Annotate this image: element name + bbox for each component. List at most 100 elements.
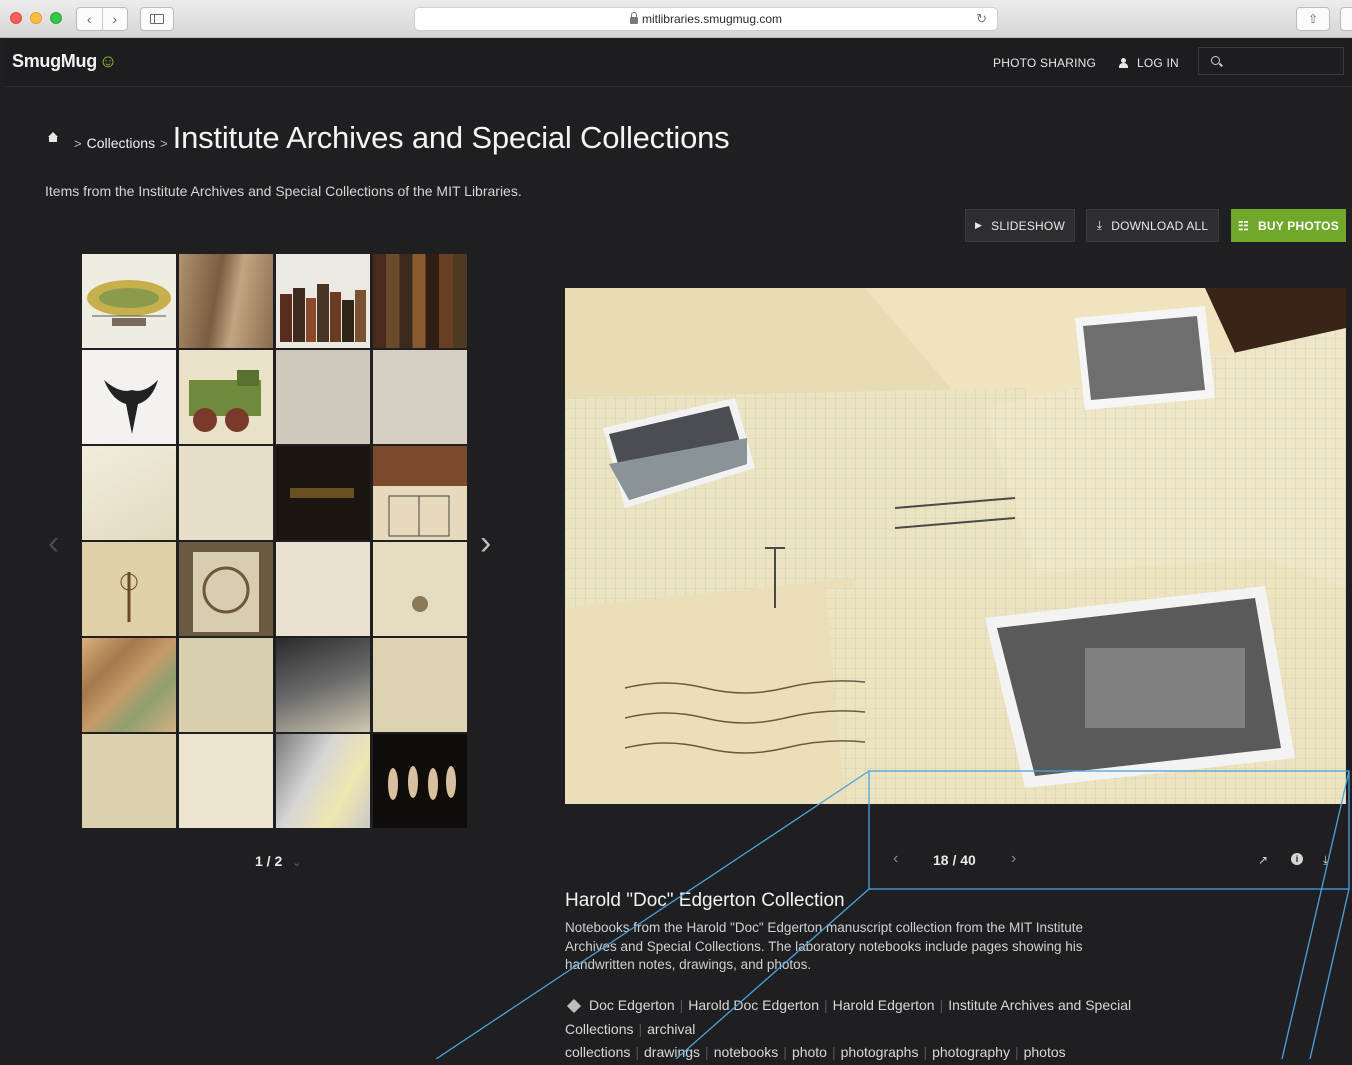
tag-link[interactable]: photographs (841, 1044, 919, 1060)
annotation-line (1281, 770, 1350, 1059)
tag-link[interactable]: Doc Edgerton (589, 997, 675, 1013)
thumbnail[interactable] (276, 638, 370, 732)
tag-separator: | (638, 1020, 643, 1037)
home-icon[interactable] (47, 132, 59, 146)
tag-link[interactable]: notebooks (714, 1044, 779, 1060)
slideshow-label: SLIDESHOW (991, 218, 1065, 233)
close-window-button[interactable] (10, 12, 22, 24)
tag-separator: | (824, 997, 828, 1013)
breadcrumb-separator: > (160, 136, 168, 151)
buy-photos-label: BUY PHOTOS (1258, 218, 1339, 233)
page-title: Institute Archives and Special Collectio… (172, 120, 730, 155)
tag-list: Doc Edgerton | Harold Doc Edgerton | Harold … (565, 994, 1155, 1065)
tag-separator: | (635, 1044, 640, 1060)
thumbnail-grid (82, 254, 467, 830)
thumbnail[interactable] (179, 350, 273, 444)
previous-page-arrow[interactable]: ‹ (48, 524, 59, 563)
search-input[interactable] (1229, 52, 1339, 70)
thumbnail[interactable] (276, 254, 370, 348)
reload-icon[interactable]: ↻ (976, 11, 987, 27)
thumbnail[interactable] (373, 254, 467, 348)
next-page-arrow[interactable]: › (480, 524, 491, 563)
next-photo-arrow[interactable]: › (1011, 850, 1016, 868)
photo-position: 18 / 40 (933, 852, 976, 868)
info-icon[interactable]: i (1291, 853, 1303, 865)
download-all-label: DOWNLOAD ALL (1111, 218, 1209, 233)
smiley-logo-icon: ☺ (98, 51, 117, 71)
tag-link[interactable]: Harold Edgerton (833, 997, 935, 1013)
tag-separator: | (783, 1044, 787, 1060)
thumbnail[interactable] (276, 542, 370, 636)
sidebar-icon (150, 14, 164, 24)
thumbnail[interactable] (373, 446, 467, 540)
thumbnail[interactable] (82, 254, 176, 348)
lock-icon (629, 11, 638, 24)
search-icon (1211, 56, 1220, 65)
smugmug-logo[interactable]: SmugMug ☺ (12, 51, 117, 72)
tag-separator: | (923, 1044, 928, 1060)
breadcrumb-collections-link[interactable]: Collections (87, 135, 155, 151)
annotation-line (1309, 888, 1350, 1059)
cart-icon: ☷ (1238, 218, 1250, 233)
thumbnail[interactable] (179, 254, 273, 348)
breadcrumb: > Collections > Institute Archives and S… (47, 120, 730, 156)
previous-photo-arrow[interactable]: ‹ (893, 850, 898, 868)
forward-button[interactable]: › (101, 8, 128, 30)
tag-link[interactable]: photo (792, 1044, 827, 1060)
address-bar[interactable]: mitlibraries.smugmug.com ↻ (414, 7, 998, 31)
login-link[interactable]: LOG IN (1119, 56, 1179, 70)
thumbnail[interactable] (276, 734, 370, 828)
search-box[interactable] (1198, 47, 1344, 75)
photo-sharing-link[interactable]: PHOTO SHARING (993, 56, 1096, 70)
photo-title: Harold "Doc" Edgerton Collection (565, 890, 845, 911)
zoom-window-button[interactable] (50, 12, 62, 24)
tag-separator: | (831, 1044, 836, 1060)
main-photo[interactable] (565, 288, 1346, 804)
tag-icon (566, 998, 582, 1014)
thumbnail[interactable] (179, 542, 273, 636)
thumbnail[interactable] (373, 350, 467, 444)
thumbnail[interactable] (179, 734, 273, 828)
breadcrumb-separator: > (74, 136, 82, 151)
buy-photos-button[interactable]: ☷ BUY PHOTOS (1231, 209, 1346, 242)
thumbnail[interactable] (82, 350, 176, 444)
browser-toolbar: ‹ › mitlibraries.smugmug.com ↻ ⇧ (0, 0, 1352, 38)
photo-caption: Notebooks from the Harold "Doc" Edgerton… (565, 920, 1084, 972)
thumbnail[interactable] (276, 350, 370, 444)
tag-link[interactable]: photos (1024, 1044, 1066, 1060)
thumbnail-pager[interactable]: 1 / 2 ⌄ (255, 853, 301, 869)
tag-separator: | (679, 997, 684, 1013)
play-icon: ▶ (975, 220, 983, 230)
history-buttons: ‹ › (76, 7, 128, 31)
thumbnail[interactable] (373, 734, 467, 828)
user-icon (1119, 58, 1128, 68)
site-header: SmugMug ☺ PHOTO SHARING LOG IN (5, 39, 1352, 87)
slideshow-button[interactable]: ▶ SLIDESHOW (965, 209, 1075, 242)
thumbnail[interactable] (373, 638, 467, 732)
thumbnail[interactable] (82, 638, 176, 732)
sidebar-toggle-button[interactable] (140, 7, 174, 31)
tag-link[interactable]: Harold Doc Edgerton (688, 997, 819, 1013)
minimize-window-button[interactable] (30, 12, 42, 24)
download-icon[interactable]: ⤓ (1323, 853, 1328, 868)
new-tab-button[interactable] (1340, 7, 1352, 31)
thumbnail[interactable] (82, 734, 176, 828)
tag-link[interactable]: photography (932, 1044, 1010, 1060)
page-description: Items from the Institute Archives and Sp… (45, 183, 522, 199)
thumbnail[interactable] (373, 542, 467, 636)
tag-separator: | (1014, 1044, 1019, 1060)
download-all-button[interactable]: ⤓ DOWNLOAD ALL (1086, 209, 1219, 242)
tag-link[interactable]: drawings (644, 1044, 700, 1060)
login-label: LOG IN (1137, 56, 1179, 70)
tag-separator: | (705, 1044, 709, 1060)
share-button[interactable]: ⇧ (1296, 7, 1330, 31)
thumbnail[interactable] (276, 446, 370, 540)
back-button[interactable]: ‹ (77, 8, 102, 30)
share-icon[interactable]: ↗ (1258, 853, 1268, 867)
thumbnail[interactable] (82, 542, 176, 636)
tag-separator: | (939, 997, 944, 1013)
thumbnail[interactable] (179, 446, 273, 540)
thumbnail[interactable] (179, 638, 273, 732)
chevron-down-icon: ⌄ (292, 857, 302, 869)
thumbnail[interactable] (82, 446, 176, 540)
